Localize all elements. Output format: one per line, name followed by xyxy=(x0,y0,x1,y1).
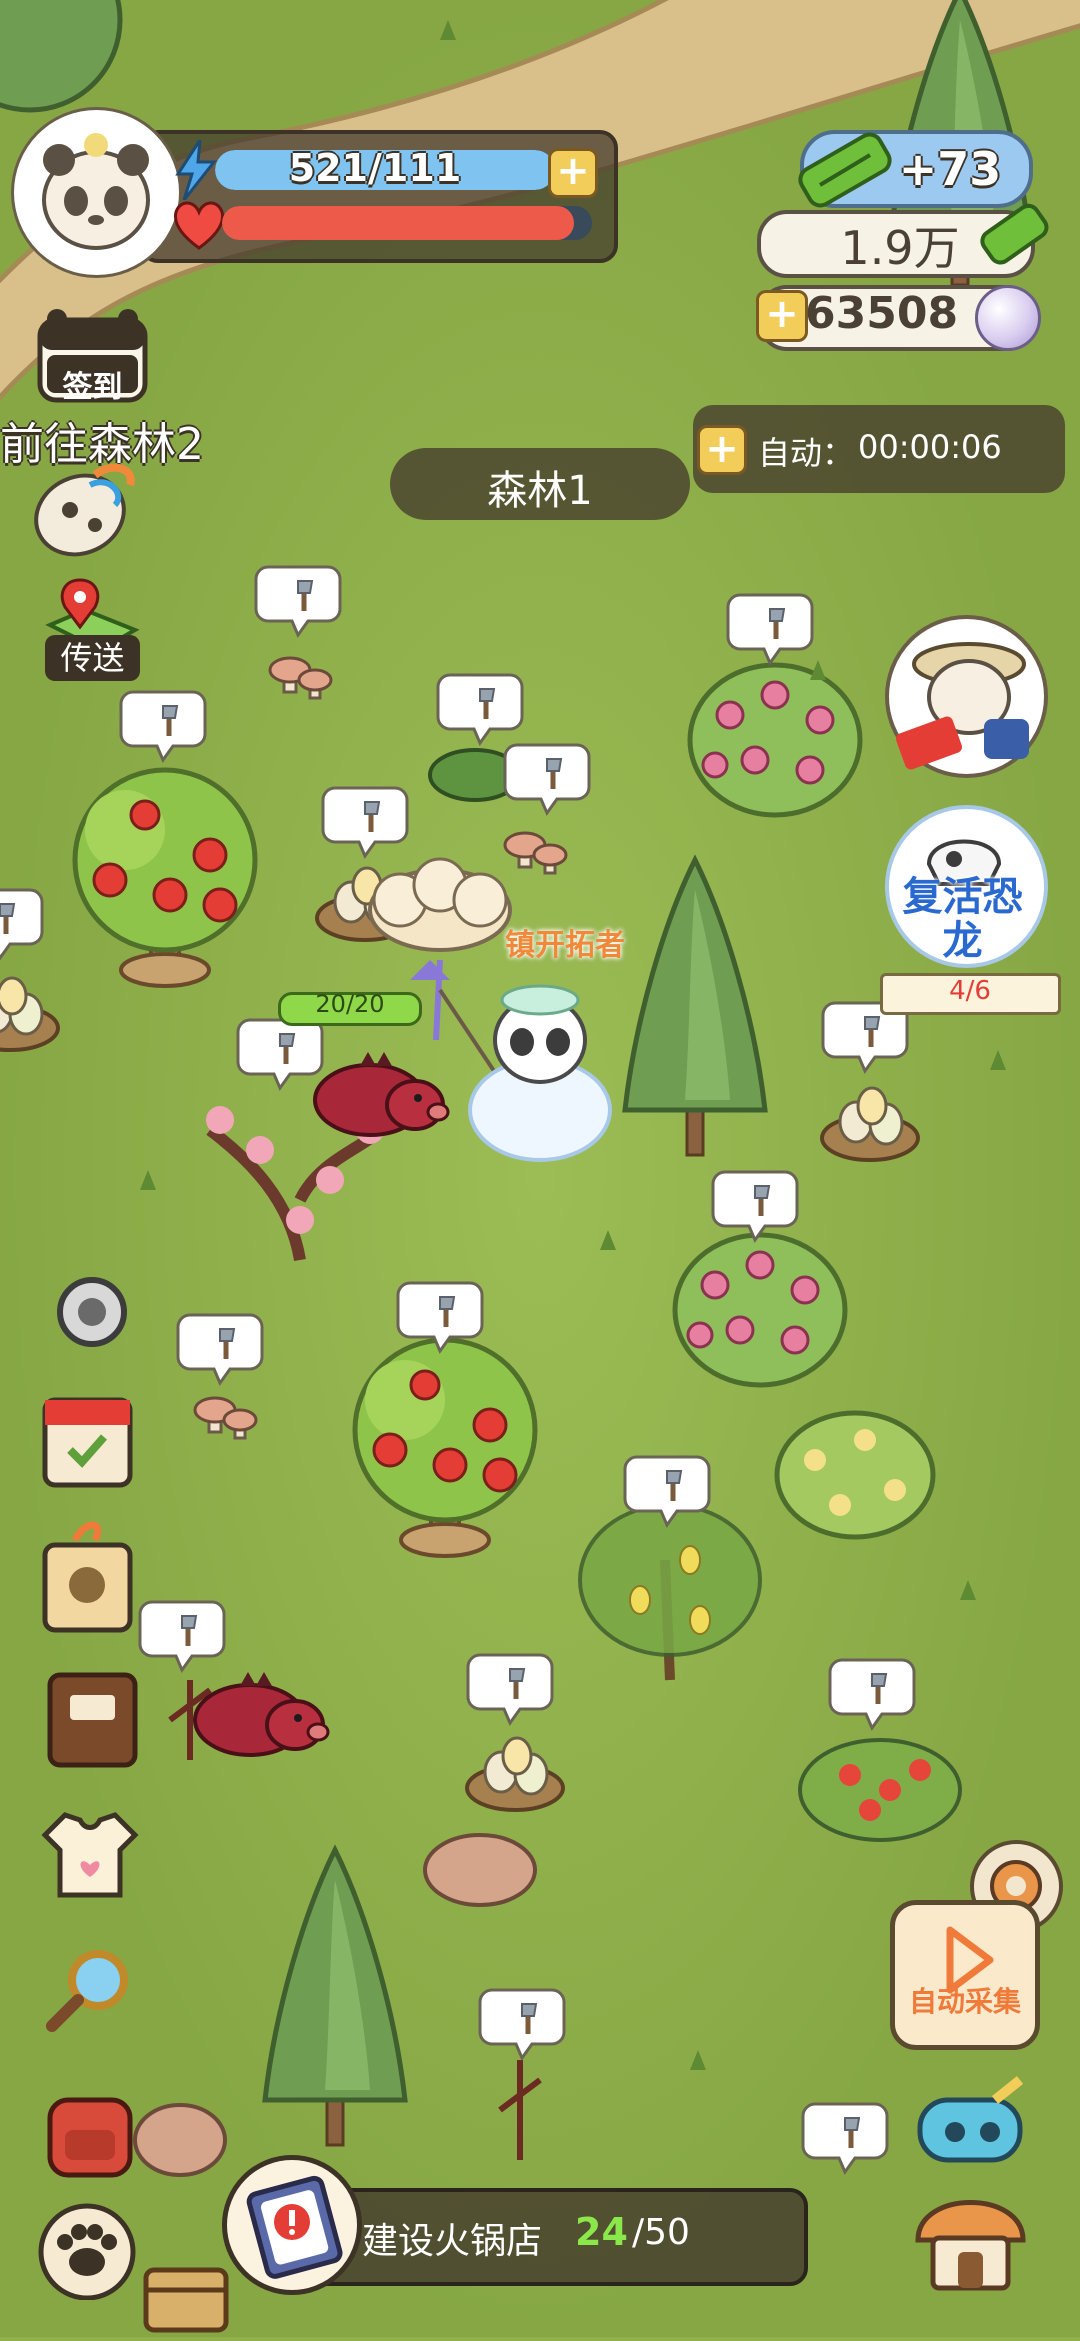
pearl-add-button[interactable]: + xyxy=(756,290,808,342)
player-hp-text: 20/20 xyxy=(315,990,385,1018)
revive-dino-label-line2: 龙 xyxy=(942,918,983,964)
task-progress-current: 24 xyxy=(575,2210,628,2254)
treasure-chest-button[interactable] xyxy=(138,2250,233,2337)
whistle-icon xyxy=(917,2076,1024,2163)
egg-feather-icon xyxy=(34,463,135,557)
energy-add-button[interactable]: + xyxy=(548,148,598,198)
backpack-icon xyxy=(47,2097,133,2178)
shirt-icon xyxy=(41,1812,139,1898)
revive-progress-text: 4/6 xyxy=(949,976,991,1006)
task-icon[interactable] xyxy=(222,2155,362,2295)
house-button[interactable] xyxy=(908,2180,1033,2300)
health-bar-fill xyxy=(222,206,574,240)
recipe-book-button[interactable] xyxy=(40,1665,145,1775)
energy-value: 521/111 xyxy=(288,146,462,190)
signin-label: 签到 xyxy=(62,370,123,405)
auto-timer: 00:00:06 xyxy=(858,428,1002,466)
whistle-button[interactable] xyxy=(910,2070,1035,2175)
calendar-button[interactable] xyxy=(35,1385,145,1495)
gift-button[interactable] xyxy=(35,1520,145,1635)
backpack-button[interactable] xyxy=(35,2080,145,2185)
bamboo-icon xyxy=(790,125,900,215)
npc-title: 镇开拓者 xyxy=(505,928,625,963)
explorer-panda-icon xyxy=(896,642,1029,770)
panda-face-icon xyxy=(42,133,150,250)
task-progress-total: /50 xyxy=(632,2212,690,2253)
health-bar xyxy=(222,206,592,240)
clipboard-alert-icon xyxy=(246,2175,343,2279)
auto-label: 自动： xyxy=(758,434,855,472)
gift-tag-icon xyxy=(42,1521,133,1633)
paw-icon xyxy=(38,2203,136,2301)
auto-add-button[interactable]: + xyxy=(697,425,747,475)
mushroom-house-icon xyxy=(915,2200,1026,2291)
magnifier-icon xyxy=(46,1950,128,2032)
bamboo-gain-value: +73 xyxy=(898,142,1002,196)
bamboo-bundle-icon xyxy=(975,195,1055,275)
settings-button[interactable] xyxy=(45,1265,140,1360)
energy-icon xyxy=(170,139,220,201)
goto-forest-button[interactable] xyxy=(20,455,150,565)
paw-button[interactable] xyxy=(35,2200,140,2301)
chest-icon xyxy=(143,2267,229,2333)
pearl-icon xyxy=(975,285,1041,351)
book-icon xyxy=(47,1672,138,1768)
pearl-value: 63508 xyxy=(805,288,959,339)
revive-dino-label: 复活恐 龙 xyxy=(885,875,1040,963)
player-avatar[interactable] xyxy=(14,110,179,275)
teleport-label: 传送 xyxy=(45,635,140,681)
explorer-npc-button[interactable] xyxy=(885,615,1048,778)
heart-icon xyxy=(172,200,226,250)
task-label: 建设火锅店 xyxy=(362,2221,543,2262)
play-icon xyxy=(946,1926,994,1994)
auto-collect-label: 自动采集 xyxy=(908,1985,1021,2018)
area-name: 森林1 xyxy=(487,468,593,514)
search-button[interactable] xyxy=(40,1940,140,2040)
calendar-icon xyxy=(42,1397,133,1488)
wardrobe-button[interactable] xyxy=(40,1805,140,1905)
revive-dino-label-line1: 复活恐 xyxy=(902,874,1023,920)
auto-collect-button[interactable] xyxy=(890,1900,1040,2050)
gear-icon xyxy=(57,1277,127,1347)
